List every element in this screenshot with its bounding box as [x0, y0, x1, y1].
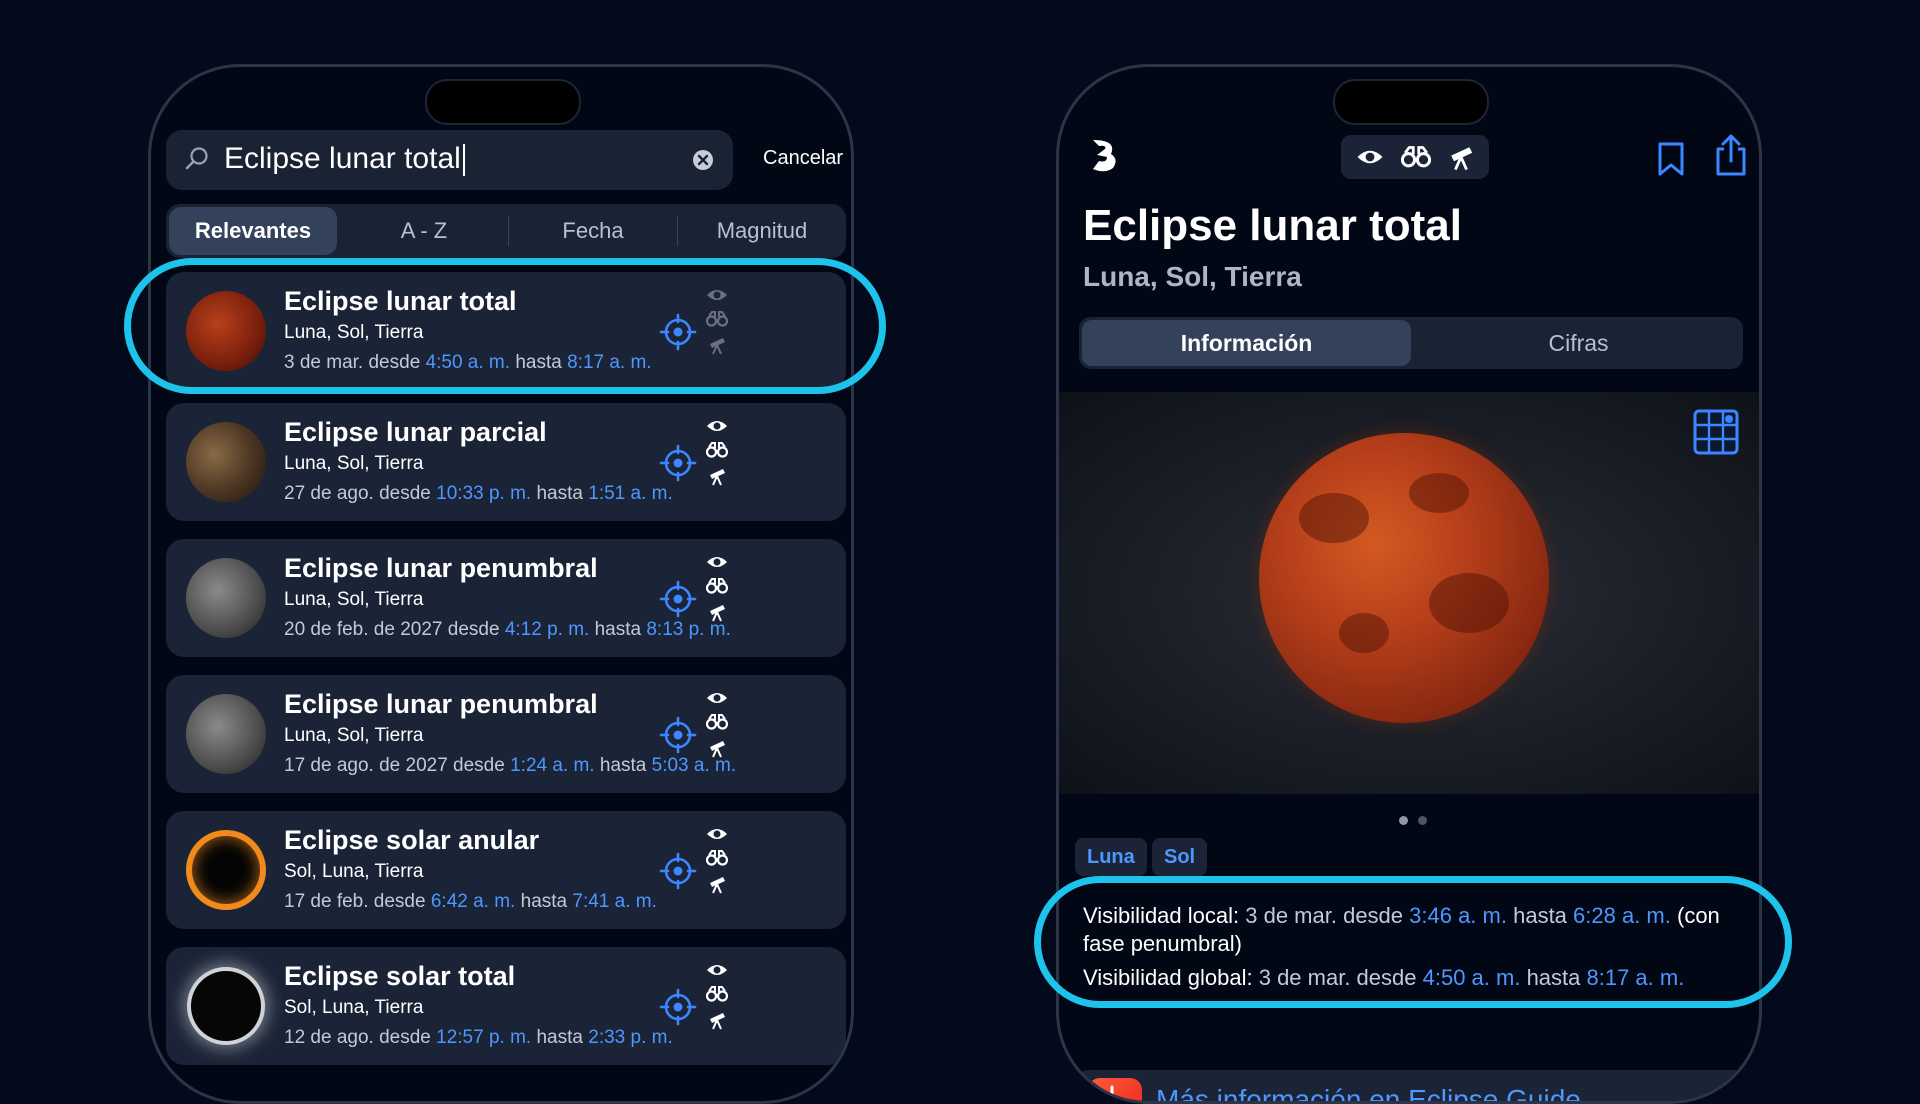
binoculars-icon[interactable]: [1401, 146, 1431, 168]
carousel-dot-active[interactable]: [1399, 816, 1408, 825]
partial-moon-thumbnail: [186, 422, 266, 502]
result-title: Eclipse lunar penumbral: [284, 553, 598, 583]
telescope-icon: [710, 877, 725, 894]
telescope-icon: [710, 741, 725, 758]
eye-icon: [707, 421, 727, 431]
eye-icon: [707, 965, 727, 975]
carousel-dot[interactable]: [1418, 816, 1427, 825]
sort-segmented-control: Relevantes A - Z Fecha Magnitud: [166, 204, 846, 258]
detail-tabs: Información Cifras: [1079, 317, 1743, 369]
carousel-dots: [1399, 812, 1437, 830]
clear-icon[interactable]: [691, 148, 715, 172]
result-title: Eclipse lunar parcial: [284, 417, 547, 447]
list-item[interactable]: Eclipse solar total Sol, Luna, Tierra 12…: [166, 947, 846, 1065]
tag-sol[interactable]: Sol: [1152, 838, 1208, 876]
star-chart-grid-icon[interactable]: [1691, 407, 1741, 457]
bookmark-icon[interactable]: [1656, 141, 1686, 177]
search-icon: [185, 147, 208, 170]
result-date: 17 de feb. desde 6:42 a. m. hasta 7:41 a…: [284, 891, 657, 912]
search-input[interactable]: Eclipse lunar total: [166, 130, 733, 190]
result-date: 27 de ago. desde 10:33 p. m. hasta 1:51 …: [284, 483, 673, 504]
result-bodies: Luna, Sol, Tierra: [284, 589, 424, 610]
locate-target-icon[interactable]: [659, 988, 697, 1026]
tag-luna[interactable]: Luna: [1075, 838, 1147, 876]
eye-icon: [707, 557, 727, 567]
list-item[interactable]: Eclipse lunar penumbral Luna, Sol, Tierr…: [166, 539, 846, 657]
result-bodies: Luna, Sol, Tierra: [284, 725, 424, 746]
tab-a-z[interactable]: A - Z: [340, 204, 508, 258]
search-value: Eclipse lunar total: [224, 142, 461, 175]
result-title: Eclipse solar anular: [284, 825, 540, 855]
ring-of-fire-thumbnail: [186, 830, 266, 910]
telescope-icon[interactable]: [1447, 143, 1475, 171]
tab-fecha[interactable]: Fecha: [509, 204, 677, 258]
result-date: 20 de feb. de 2027 desde 4:12 p. m. hast…: [284, 619, 731, 640]
share-icon[interactable]: [1714, 133, 1748, 177]
text-caret: [462, 144, 465, 177]
result-title: Eclipse lunar penumbral: [284, 689, 598, 719]
binoculars-icon: [706, 986, 728, 1002]
tab-relevantes[interactable]: Relevantes: [169, 207, 337, 255]
grey-moon-thumbnail: [186, 558, 266, 638]
eclipse-guide-link-label: Más información en Eclipse Guide: [1156, 1084, 1581, 1104]
dynamic-island: [425, 79, 581, 125]
list-item[interactable]: Eclipse solar anular Sol, Luna, Tierra 1…: [166, 811, 846, 929]
list-item[interactable]: Eclipse lunar penumbral Luna, Sol, Tierr…: [166, 675, 846, 793]
eye-icon: [707, 829, 727, 839]
locate-target-icon[interactable]: [659, 716, 697, 754]
tab-magnitud[interactable]: Magnitud: [678, 204, 846, 258]
result-date: 17 de ago. de 2027 desde 1:24 a. m. hast…: [284, 755, 737, 776]
visibility-indicators: [699, 690, 735, 782]
result-bodies: Sol, Luna, Tierra: [284, 861, 424, 882]
binoculars-icon: [706, 714, 728, 730]
blood-moon-image: [1259, 433, 1549, 723]
result-bodies: Sol, Luna, Tierra: [284, 997, 424, 1018]
locate-target-icon[interactable]: [659, 580, 697, 618]
cancel-button[interactable]: Cancelar: [763, 147, 843, 170]
eclipse-photo[interactable]: [1059, 392, 1759, 794]
telescope-icon: [710, 1013, 725, 1030]
telescope-icon: [710, 605, 725, 622]
list-item[interactable]: Eclipse lunar parcial Luna, Sol, Tierra …: [166, 403, 846, 521]
page-subtitle: Luna, Sol, Tierra: [1083, 261, 1302, 292]
result-title: Eclipse solar total: [284, 961, 516, 991]
binoculars-icon: [706, 442, 728, 458]
tab-informacion[interactable]: Información: [1082, 320, 1411, 366]
result-bodies: Luna, Sol, Tierra: [284, 453, 424, 474]
corona-thumbnail: [191, 971, 261, 1041]
highlight-ring: [124, 258, 886, 394]
eye-icon[interactable]: [1355, 147, 1385, 167]
binoculars-icon: [706, 578, 728, 594]
eclipse-guide-app-icon: [1088, 1078, 1142, 1101]
locate-target-icon[interactable]: [659, 444, 697, 482]
visibility-indicators: [699, 826, 735, 918]
search-screen: Eclipse lunar total Cancelar Relevantes …: [148, 64, 854, 1104]
visibility-filter[interactable]: [1341, 135, 1489, 179]
grey-moon-thumbnail: [186, 694, 266, 774]
highlight-ring: [1034, 876, 1792, 1008]
dynamic-island: [1333, 79, 1489, 125]
tab-cifras[interactable]: Cifras: [1414, 317, 1743, 369]
visibility-indicators: [699, 962, 735, 1054]
app-logo-icon[interactable]: [1087, 137, 1121, 173]
visibility-indicators: [699, 554, 735, 646]
locate-target-icon[interactable]: [659, 852, 697, 890]
page-title: Eclipse lunar total: [1083, 201, 1462, 250]
visibility-indicators: [699, 418, 735, 510]
telescope-icon: [710, 469, 725, 486]
binoculars-icon: [706, 850, 728, 866]
result-date: 12 de ago. desde 12:57 p. m. hasta 2:33 …: [284, 1027, 673, 1048]
eclipse-guide-link[interactable]: Más información en Eclipse Guide: [1076, 1070, 1748, 1104]
eye-icon: [707, 693, 727, 703]
